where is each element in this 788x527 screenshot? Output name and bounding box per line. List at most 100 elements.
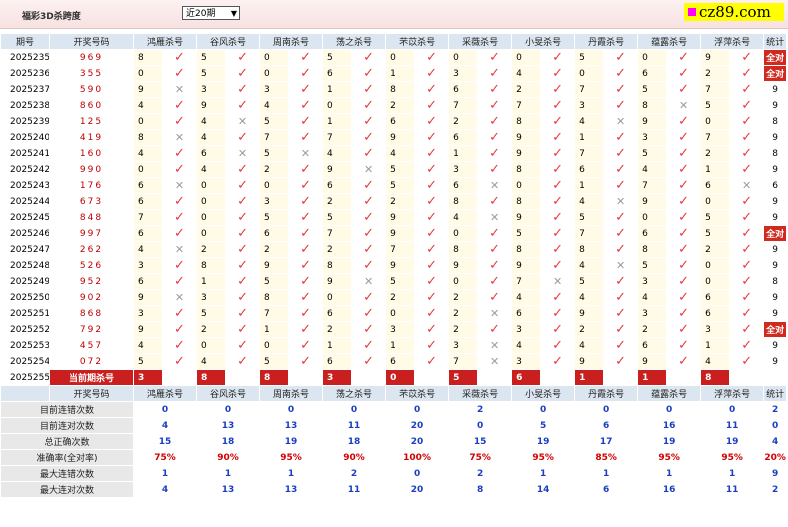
- check-icon: ✓: [678, 273, 690, 289]
- table-row: 2025249 952 6 ✓ 1 ✓ 5 ✓ 9 ✕ 5 ✓ 0 ✓ 7 ✕ 5 ✓ 3 ✓ 0 ✓ 8: [0, 273, 788, 290]
- method-kill-value: 3: [259, 193, 290, 210]
- col-header-method: 浮萍杀号: [700, 33, 765, 50]
- row-period: 2025241: [0, 145, 50, 162]
- check-icon: ✓: [552, 49, 564, 65]
- row-stat: 9: [763, 209, 788, 226]
- method-kill-value: 3: [448, 65, 479, 82]
- method-kill-value: 0: [259, 49, 290, 66]
- stats-value: 1: [637, 465, 702, 482]
- check-icon: ✓: [426, 49, 438, 65]
- method-result: ✕: [225, 113, 261, 130]
- method-kill-value: 0: [322, 97, 353, 114]
- method-result: ✓: [666, 177, 702, 194]
- method-result: ✓: [540, 65, 576, 82]
- cross-icon: ✕: [552, 274, 563, 288]
- method-result: ✓: [729, 81, 765, 98]
- check-icon: ✓: [300, 321, 311, 337]
- stats-value: 0: [196, 401, 261, 418]
- current-kill-value: 8: [259, 369, 290, 386]
- current-kill-label: 当前期杀号: [49, 369, 134, 386]
- method-kill-value: 3: [511, 353, 542, 370]
- method-kill-value: 7: [385, 241, 416, 258]
- method-result: ✓: [225, 49, 261, 66]
- check-icon: ✓: [615, 49, 627, 65]
- col-header-method: 周南杀号: [259, 385, 324, 402]
- stats-value: 2: [448, 401, 513, 418]
- method-kill-value: 6: [448, 177, 479, 194]
- method-result: ✓: [477, 257, 513, 274]
- check-icon: ✓: [615, 145, 627, 161]
- method-kill-value: 9: [133, 321, 163, 338]
- method-kill-value: 7: [259, 129, 290, 146]
- method-kill-value: 5: [385, 177, 416, 194]
- site-badge[interactable]: cz89.com: [684, 3, 784, 21]
- method-kill-value: 6: [385, 113, 416, 130]
- check-icon: ✓: [426, 113, 438, 129]
- method-kill-value: 2: [385, 97, 416, 114]
- method-result: ✓: [161, 257, 198, 274]
- method-kill-value: 4: [133, 97, 163, 114]
- kill-span-table: 期号 开奖号码 鸿雁杀号 谷风杀号 周南杀号 荡之杀号 芣苡杀号 采薇杀号 小旻杀号 丹霞杀号 蕴露…: [0, 33, 788, 498]
- method-result: ✓: [288, 49, 324, 66]
- stats-value: 0: [385, 401, 450, 418]
- check-icon: ✓: [300, 353, 311, 369]
- method-result: ✓: [414, 113, 450, 130]
- check-icon: ✓: [489, 241, 501, 257]
- stats-row: 准确率(全对率) 75% 90% 95% 90% 100% 75% 95% 85% 95% 95% 2…: [0, 449, 788, 466]
- method-result: ✓: [414, 209, 450, 226]
- check-icon: ✓: [426, 209, 438, 225]
- current-kill-value: 5: [448, 369, 479, 386]
- method-kill-value: 1: [700, 337, 731, 354]
- method-kill-value: 4: [196, 129, 227, 146]
- method-kill-value: 4: [574, 337, 605, 354]
- col-header-method: 谷风杀号: [196, 385, 261, 402]
- stats-value: 11: [700, 481, 765, 498]
- check-icon: ✓: [300, 113, 311, 129]
- check-icon: ✓: [552, 353, 564, 369]
- method-result: ✓: [477, 193, 513, 210]
- method-result: ✓: [288, 337, 324, 354]
- table-row: 2025245 848 7 ✓ 0 ✓ 5 ✓ 5 ✓ 9 ✓ 4 ✕ 9 ✓ 5 ✓ 0 ✓ 5 ✓ 9: [0, 209, 788, 226]
- cross-icon: ✕: [237, 146, 248, 160]
- stats-value: 15: [448, 433, 513, 450]
- check-icon: ✓: [174, 161, 185, 177]
- method-kill-value: 8: [511, 161, 542, 178]
- method-kill-value: 5: [196, 305, 227, 322]
- method-result: ✓: [351, 257, 387, 274]
- method-result: ✓: [161, 145, 198, 162]
- check-icon: ✓: [300, 177, 311, 193]
- col-header-method: 小旻杀号: [511, 385, 576, 402]
- check-icon: ✓: [300, 209, 311, 225]
- method-kill-value: 0: [196, 177, 227, 194]
- method-kill-value: 5: [196, 49, 227, 66]
- method-result: ✓: [225, 97, 261, 114]
- check-icon: ✓: [615, 65, 627, 81]
- method-kill-value: 8: [637, 241, 668, 258]
- stats-value: 20: [385, 481, 450, 498]
- method-result: ✕: [477, 353, 513, 370]
- check-icon: ✓: [489, 145, 501, 161]
- stats-value: 20: [385, 417, 450, 434]
- method-result: ✓: [288, 65, 324, 82]
- method-kill-value: 9: [385, 257, 416, 274]
- method-result: ✓: [666, 321, 702, 338]
- method-kill-value: 6: [637, 65, 668, 82]
- method-result: ✓: [414, 225, 450, 242]
- method-result: ✓: [477, 65, 513, 82]
- stats-value: 14: [511, 481, 576, 498]
- method-kill-value: 6: [700, 289, 731, 306]
- check-icon: ✓: [489, 161, 501, 177]
- method-kill-value: 3: [448, 337, 479, 354]
- row-stat: 8: [763, 113, 788, 130]
- check-icon: ✓: [552, 97, 564, 113]
- method-result: ✓: [666, 241, 702, 258]
- period-select[interactable]: 近20期 ▼: [182, 6, 240, 20]
- method-kill-value: 4: [322, 145, 353, 162]
- check-icon: ✓: [741, 97, 753, 113]
- method-kill-value: 7: [511, 97, 542, 114]
- method-result: ✓: [477, 289, 513, 306]
- col-header-method: 浮萍杀号: [700, 385, 765, 402]
- check-icon: ✓: [237, 97, 248, 113]
- method-kill-value: 1: [322, 81, 353, 98]
- method-result: ✓: [603, 241, 639, 258]
